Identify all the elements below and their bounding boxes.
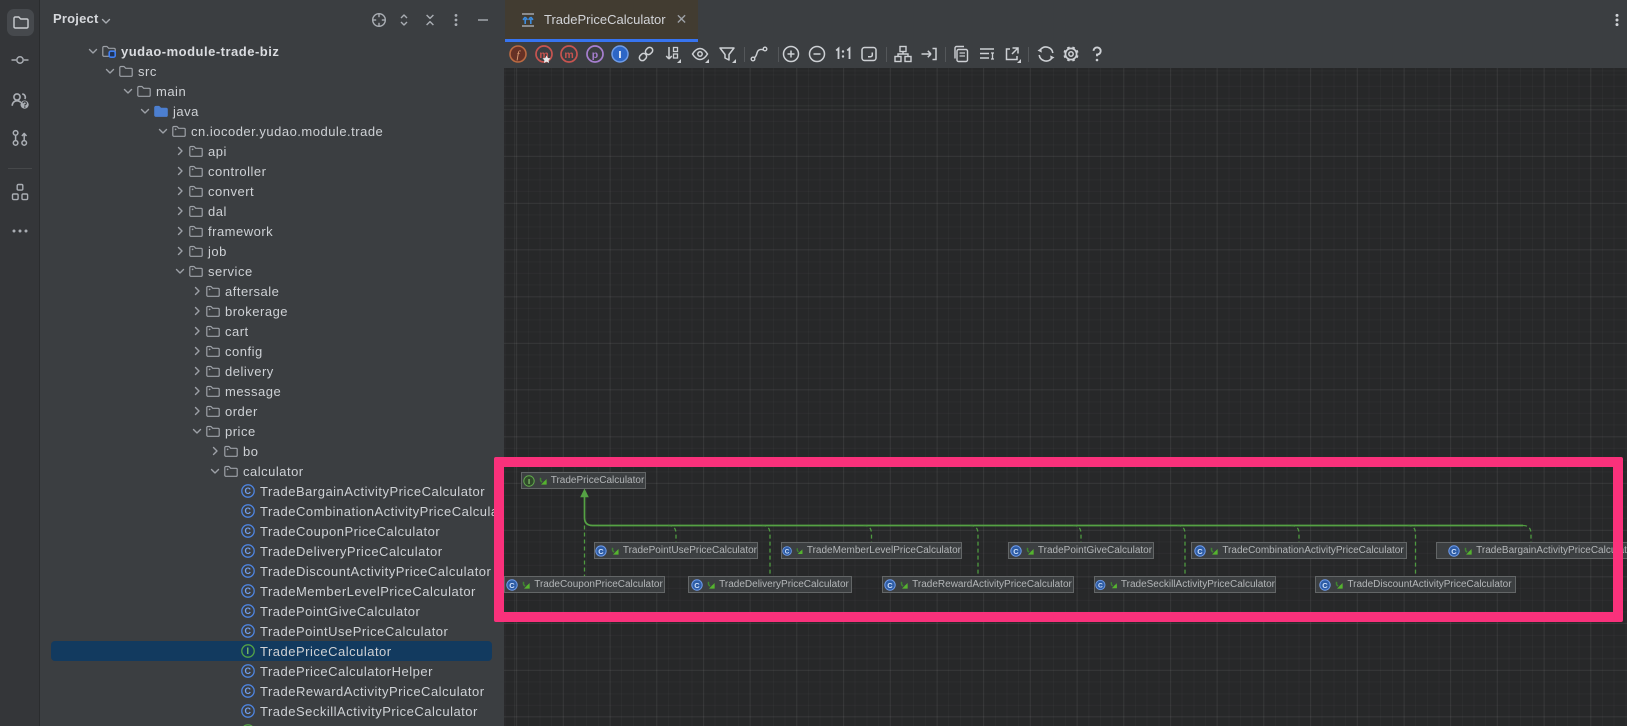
svg-text:C: C xyxy=(245,666,252,676)
svg-text:C: C xyxy=(245,626,252,636)
svg-text:C: C xyxy=(245,486,252,496)
svg-text:C: C xyxy=(245,506,252,516)
svg-text:m: m xyxy=(564,49,573,61)
svg-text:I: I xyxy=(619,49,622,61)
svg-text:C: C xyxy=(245,686,252,696)
svg-text:C: C xyxy=(245,586,252,596)
svg-text:C: C xyxy=(245,706,252,716)
svg-text:C: C xyxy=(245,566,252,576)
svg-text:I: I xyxy=(246,646,249,656)
svg-text:C: C xyxy=(245,546,252,556)
svg-text:C: C xyxy=(245,526,252,536)
svg-text:p: p xyxy=(591,49,597,61)
svg-text:C: C xyxy=(245,606,252,616)
